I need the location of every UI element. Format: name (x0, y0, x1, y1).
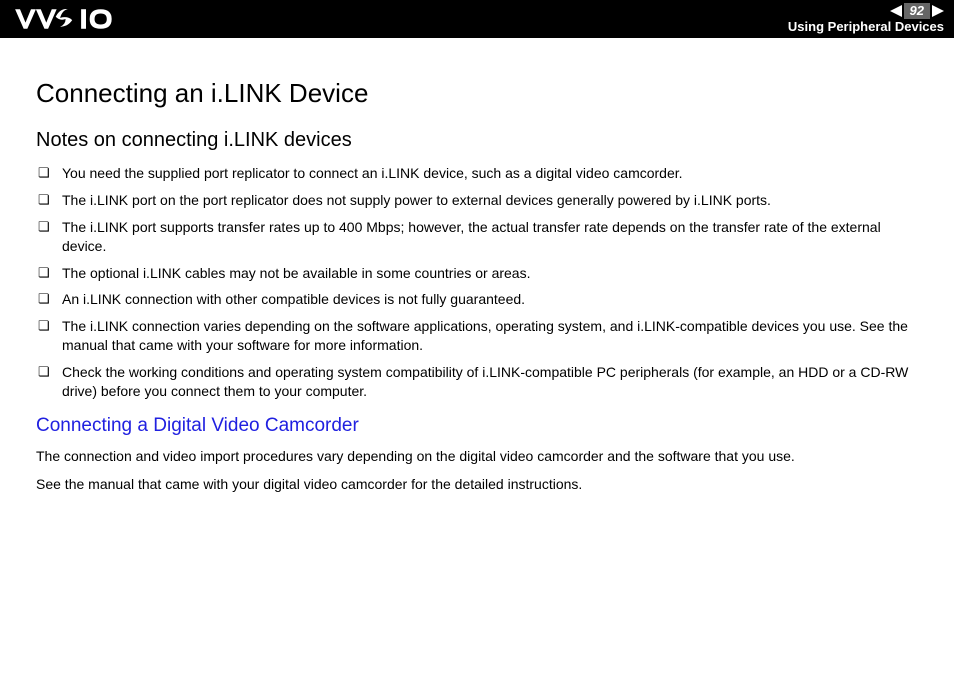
list-item: You need the supplied port replicator to… (36, 164, 924, 183)
list-item: An i.LINK connection with other compatib… (36, 290, 924, 309)
list-item: The optional i.LINK cables may not be av… (36, 264, 924, 283)
header-bar: 92 Using Peripheral Devices (0, 0, 954, 38)
paragraph: See the manual that came with your digit… (36, 475, 924, 495)
notes-list: You need the supplied port replicator to… (36, 164, 924, 401)
list-item: Check the working conditions and operati… (36, 363, 924, 401)
section-name: Using Peripheral Devices (788, 19, 944, 35)
list-item: The i.LINK port on the port replicator d… (36, 191, 924, 210)
list-item: The i.LINK port supports transfer rates … (36, 218, 924, 256)
list-item: The i.LINK connection varies depending o… (36, 317, 924, 355)
header-right: 92 Using Peripheral Devices (788, 3, 944, 35)
subsection-heading: Connecting a Digital Video Camcorder (36, 415, 924, 437)
paragraph: The connection and video import procedur… (36, 447, 924, 467)
page-nav: 92 (890, 3, 944, 19)
next-page-icon[interactable] (932, 5, 944, 17)
page-title: Connecting an i.LINK Device (36, 78, 924, 109)
notes-heading: Notes on connecting i.LINK devices (36, 129, 924, 152)
content: Connecting an i.LINK Device Notes on con… (0, 38, 954, 522)
page-number: 92 (904, 3, 930, 19)
prev-page-icon[interactable] (890, 5, 902, 17)
vaio-logo (14, 8, 114, 30)
